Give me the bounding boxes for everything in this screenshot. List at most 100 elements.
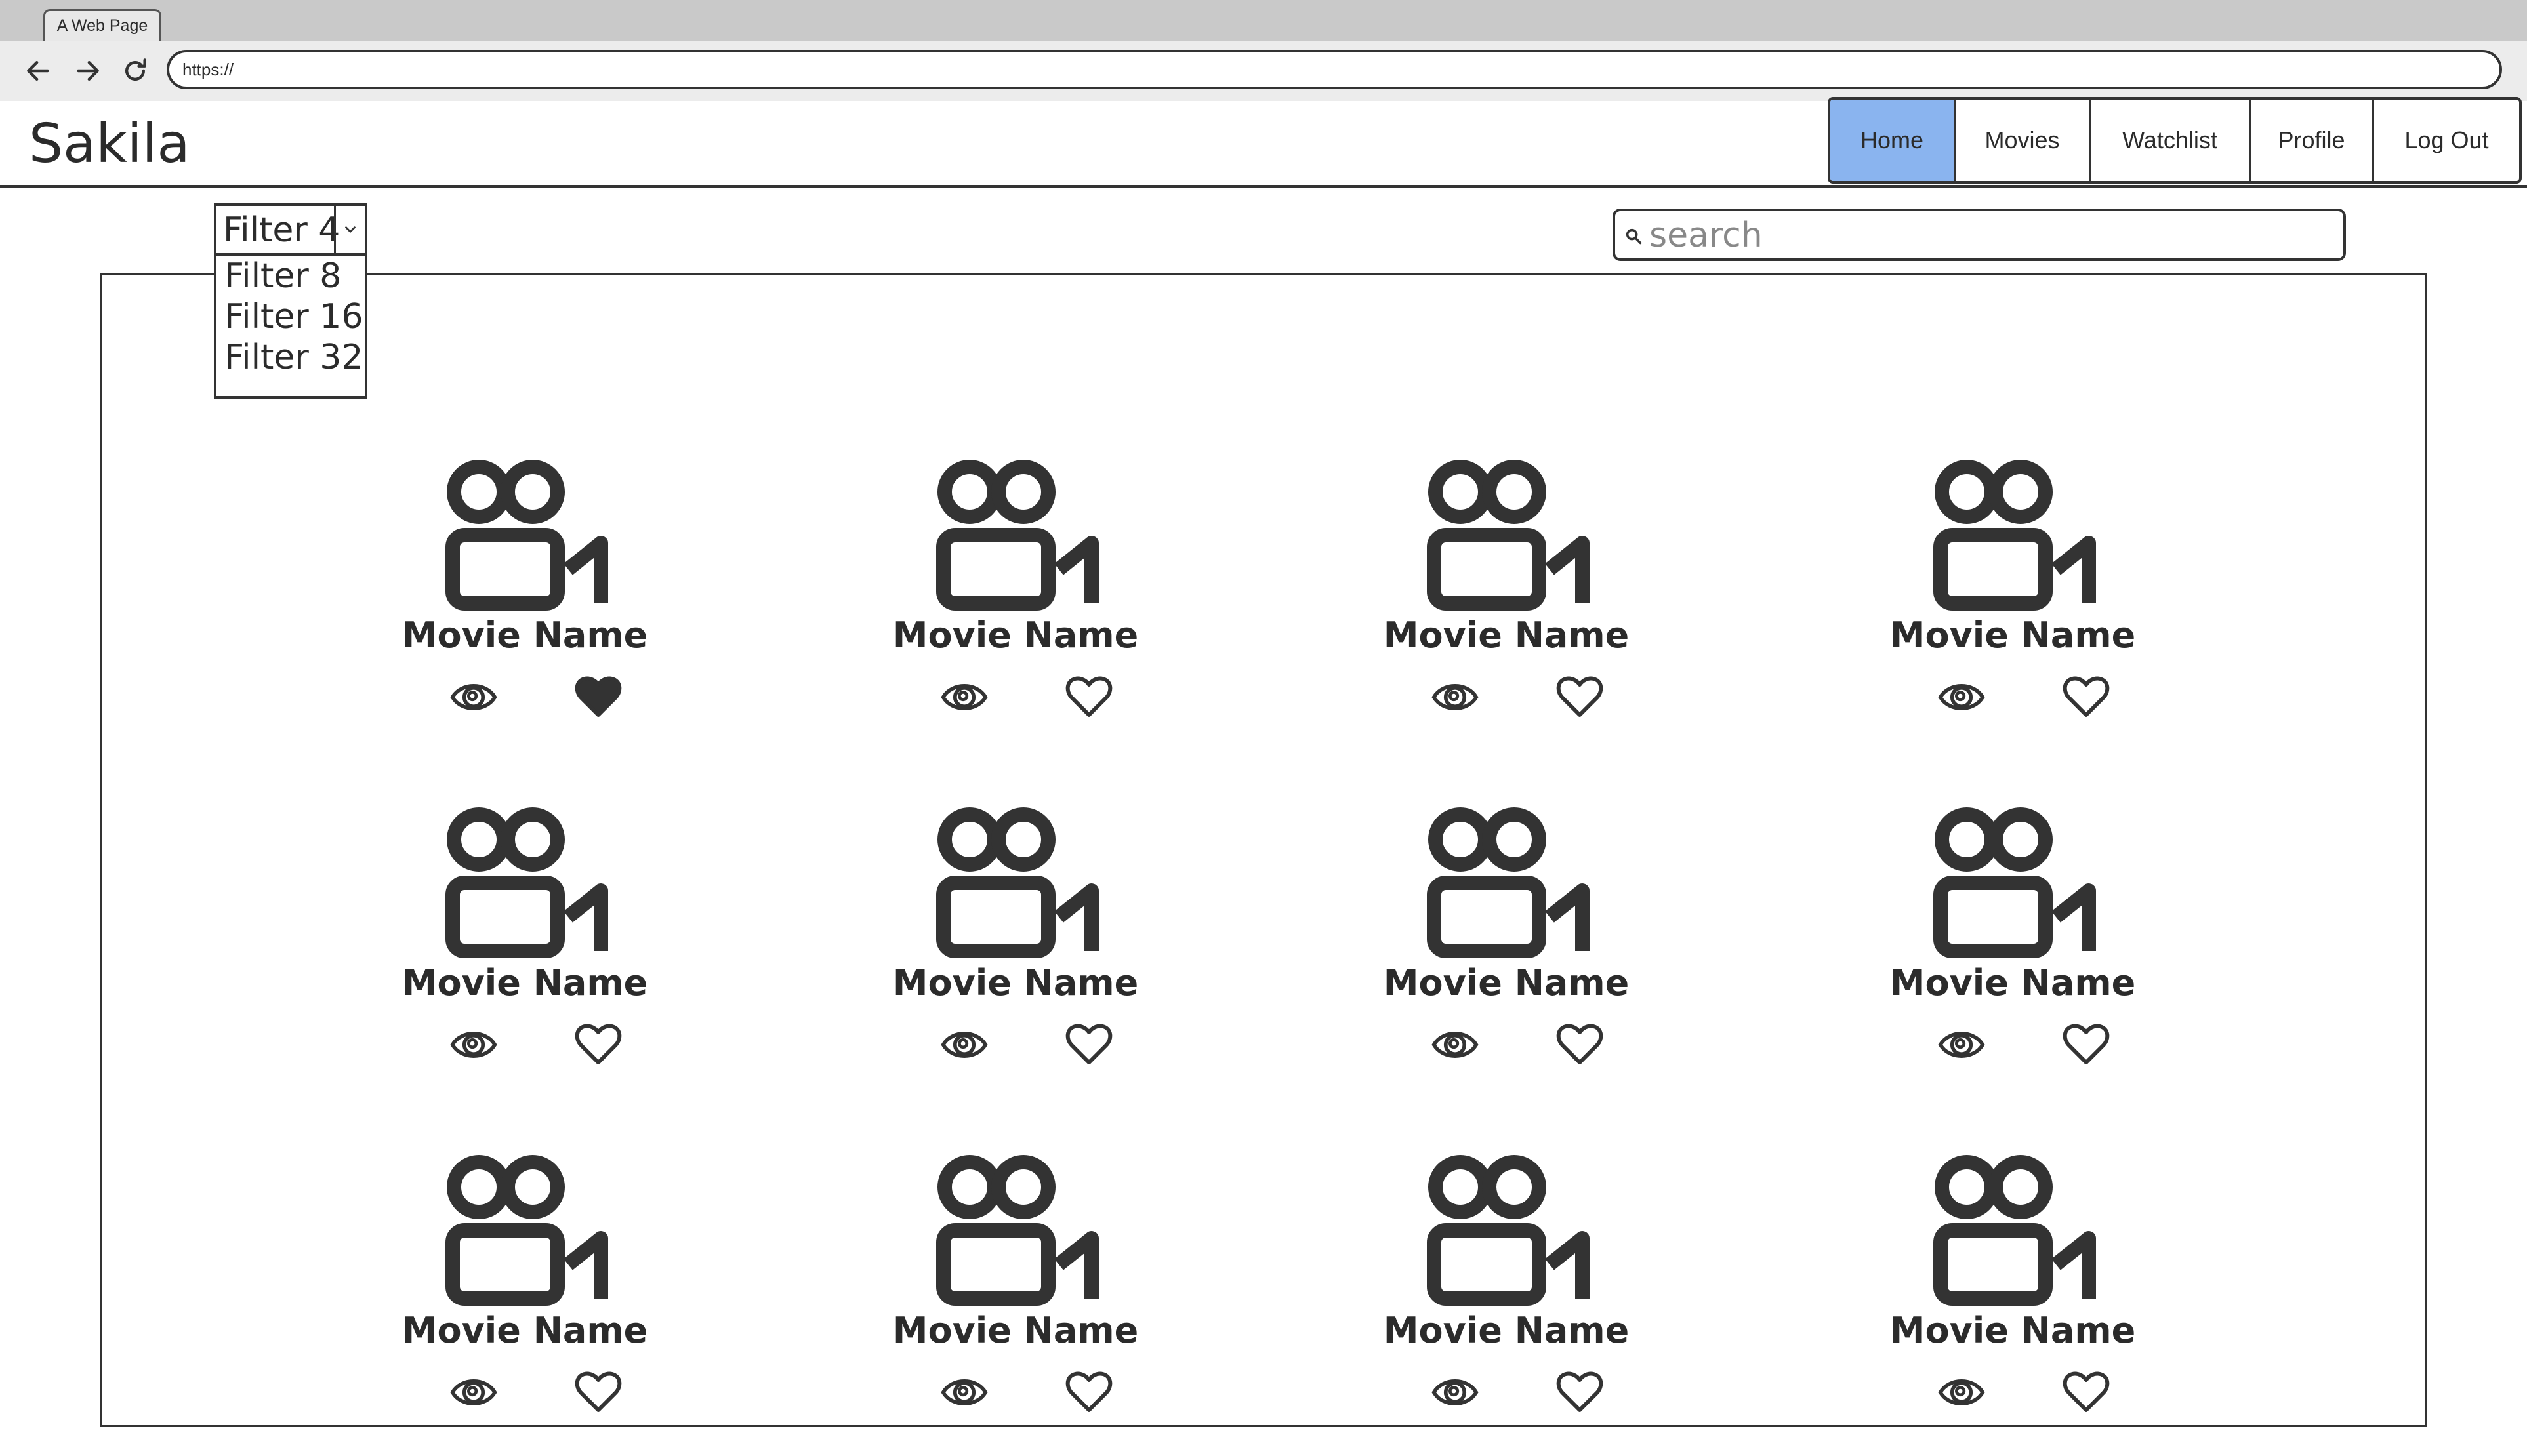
movie-camera-icon: [1427, 460, 1590, 611]
eye-icon: [1431, 684, 1479, 710]
movie-name: Movie Name: [401, 615, 648, 656]
watchlist-toggle[interactable]: [449, 676, 499, 719]
movie-card[interactable]: Movie Name: [1368, 1154, 1644, 1456]
watchlist-toggle[interactable]: [939, 1371, 989, 1414]
eye-icon: [1938, 1379, 1985, 1405]
favorite-toggle[interactable]: [2063, 1368, 2110, 1415]
filter-select[interactable]: Filter 4: [214, 203, 367, 256]
heart-icon: [575, 676, 622, 717]
heart-icon: [1556, 676, 1603, 717]
favorite-toggle[interactable]: [575, 1368, 622, 1415]
filter-option[interactable]: Filter 32: [216, 337, 365, 378]
movie-name: Movie Name: [892, 1310, 1139, 1351]
movie-card[interactable]: Movie Name: [878, 807, 1153, 1108]
main-nav: Home Movies Watchlist Profile Log Out: [1828, 97, 2522, 184]
watchlist-toggle[interactable]: [939, 1023, 989, 1066]
watchlist-toggle[interactable]: [1430, 1371, 1480, 1414]
browser-tabstrip: A Web Page: [0, 0, 2527, 43]
movie-camera-icon: [1933, 807, 2096, 958]
favorite-toggle[interactable]: [2063, 673, 2110, 720]
watchlist-toggle[interactable]: [1937, 1023, 1986, 1066]
heart-icon: [2063, 1371, 2110, 1412]
movie-name: Movie Name: [1383, 1310, 1630, 1351]
favorite-toggle[interactable]: [1065, 1021, 1113, 1068]
favorite-toggle[interactable]: [2063, 1021, 2110, 1068]
favorite-toggle[interactable]: [1065, 673, 1113, 720]
movie-camera-icon: [936, 460, 1099, 611]
browser-tab[interactable]: A Web Page: [43, 9, 161, 41]
site-logo[interactable]: Sakila: [29, 113, 190, 176]
movie-camera-icon: [1933, 460, 2096, 611]
heart-icon: [2063, 676, 2110, 717]
heart-icon: [2063, 1024, 2110, 1064]
filter-toggle[interactable]: [334, 206, 365, 253]
eye-icon: [941, 684, 988, 710]
movie-camera-icon: [1427, 1155, 1590, 1306]
favorite-toggle[interactable]: [1556, 673, 1603, 720]
url-bar[interactable]: https://: [167, 50, 2502, 89]
reload-button[interactable]: [117, 52, 154, 89]
watchlist-toggle[interactable]: [449, 1371, 499, 1414]
arrow-left-icon: [27, 60, 49, 81]
movie-name: Movie Name: [1889, 1310, 2136, 1351]
heart-icon: [1556, 1024, 1603, 1064]
filter-option[interactable]: Filter 16: [216, 296, 365, 337]
heart-icon: [1065, 1371, 1113, 1412]
movie-name: Movie Name: [892, 615, 1139, 656]
movie-card[interactable]: Movie Name: [1368, 459, 1644, 761]
forward-button[interactable]: [70, 52, 106, 89]
search-input[interactable]: [1643, 215, 2351, 256]
search-box: [1613, 209, 2351, 261]
filter-option[interactable]: Filter 8: [216, 256, 365, 296]
movie-card[interactable]: Movie Name: [387, 1154, 663, 1456]
nav-watchlist[interactable]: Watchlist: [2089, 100, 2249, 181]
watchlist-toggle[interactable]: [1937, 676, 1986, 719]
movie-name: Movie Name: [1383, 962, 1630, 1003]
eye-icon: [1431, 1379, 1479, 1405]
heart-icon: [1556, 1371, 1603, 1412]
movie-card[interactable]: Movie Name: [387, 459, 663, 761]
favorite-toggle[interactable]: [575, 1021, 622, 1068]
back-button[interactable]: [20, 52, 56, 89]
movie-card[interactable]: Movie Name: [1875, 807, 2150, 1108]
watchlist-toggle[interactable]: [1937, 1371, 1986, 1414]
nav-logout[interactable]: Log Out: [2372, 100, 2519, 181]
favorite-toggle[interactable]: [1556, 1368, 1603, 1415]
movie-card[interactable]: Movie Name: [387, 807, 663, 1108]
movie-card[interactable]: Movie Name: [878, 1154, 1153, 1456]
eye-icon: [450, 1032, 497, 1058]
heart-icon: [575, 1371, 622, 1412]
eye-icon: [450, 684, 497, 710]
movie-name: Movie Name: [1889, 615, 2136, 656]
favorite-toggle[interactable]: [575, 673, 622, 720]
watchlist-toggle[interactable]: [449, 1023, 499, 1066]
browser-address-row: https://: [0, 41, 2527, 104]
movie-camera-icon: [1933, 1155, 2096, 1306]
watchlist-toggle[interactable]: [1430, 1023, 1480, 1066]
movie-name: Movie Name: [1889, 962, 2136, 1003]
movie-camera-icon: [936, 1155, 1099, 1306]
eye-icon: [1938, 684, 1985, 710]
eye-icon: [450, 1379, 497, 1405]
watchlist-toggle[interactable]: [1430, 676, 1480, 719]
movie-name: Movie Name: [401, 1310, 648, 1351]
eye-icon: [1938, 1032, 1985, 1058]
movie-card[interactable]: Movie Name: [878, 459, 1153, 761]
eye-icon: [941, 1032, 988, 1058]
eye-icon: [941, 1379, 988, 1405]
nav-home[interactable]: Home: [1830, 100, 1954, 181]
filter-options-list: Filter 8 Filter 16 Filter 32: [214, 256, 367, 399]
favorite-toggle[interactable]: [1556, 1021, 1603, 1068]
movie-card[interactable]: Movie Name: [1875, 1154, 2150, 1456]
nav-profile[interactable]: Profile: [2249, 100, 2372, 181]
favorite-toggle[interactable]: [1065, 1368, 1113, 1415]
movie-camera-icon: [445, 807, 608, 958]
filter-selected-value: Filter 4: [223, 211, 340, 250]
movie-camera-icon: [445, 1155, 608, 1306]
movie-name: Movie Name: [892, 962, 1139, 1003]
watchlist-toggle[interactable]: [939, 676, 989, 719]
heart-icon: [575, 1024, 622, 1064]
movie-card[interactable]: Movie Name: [1875, 459, 2150, 761]
nav-movies[interactable]: Movies: [1954, 100, 2089, 181]
movie-card[interactable]: Movie Name: [1368, 807, 1644, 1108]
